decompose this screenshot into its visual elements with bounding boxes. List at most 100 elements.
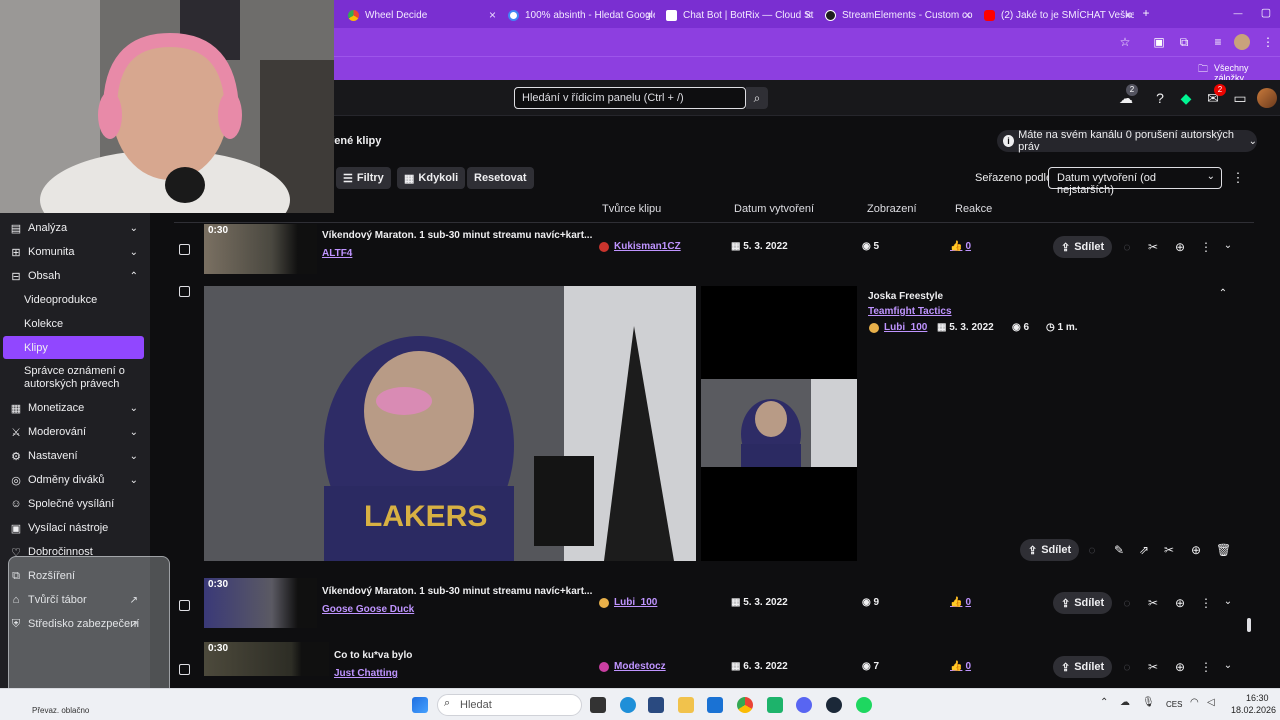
scissors-icon[interactable]: ✂ [1146, 240, 1160, 254]
sidebar-subitem-clips[interactable]: Klipy [3, 336, 144, 359]
browser-tab[interactable]: Wheel Decide × [340, 4, 498, 26]
browser-tab[interactable]: Chat Bot | BotRix — Cloud Stre × [658, 4, 814, 26]
maximize-icon[interactable]: ▢ [1258, 5, 1274, 21]
clip-category[interactable]: Just Chatting [334, 668, 398, 678]
scissors-icon[interactable]: ✂ [1146, 596, 1160, 610]
windows-start-icon[interactable] [412, 697, 428, 713]
row-checkbox[interactable] [179, 600, 190, 611]
sort-select[interactable]: Datum vytvoření (od nejstarších) ⌄ [1048, 167, 1222, 196]
clip-category[interactable]: Teamfight Tactics [868, 306, 952, 317]
add-icon[interactable]: ⊕ [1173, 596, 1187, 610]
sidebar-subitem-collections[interactable]: Kolekce [0, 314, 150, 334]
clip-thumbnail[interactable]: 0:30 [204, 578, 317, 628]
sidebar-item-community[interactable]: ⊞ Komunita ⌄ [0, 241, 150, 263]
sidebar-item-settings[interactable]: ⚙ Nastavení ⌄ [0, 445, 150, 467]
scissors-icon[interactable]: ✂ [1146, 660, 1160, 674]
clip-title[interactable]: Víkendový Maraton. 1 sub-30 minut stream… [322, 230, 592, 241]
clip-title[interactable]: Joska Freestyle [868, 291, 943, 302]
wifi-icon[interactable]: ◠ [1190, 697, 1199, 708]
outlook-icon[interactable] [707, 697, 723, 713]
minimize-icon[interactable]: — [1230, 5, 1246, 21]
more-options-icon[interactable]: ⋮ [1199, 660, 1213, 674]
add-icon[interactable]: ⊕ [1189, 543, 1203, 557]
copyright-notice[interactable]: i Máte na svém kanálu 0 porušení autorsk… [997, 129, 1257, 153]
close-icon[interactable]: × [805, 8, 812, 22]
clip-category[interactable]: Goose Goose Duck [322, 604, 414, 615]
menu-icon[interactable]: ⋮ [1260, 34, 1276, 50]
steam-icon[interactable] [826, 697, 842, 713]
trash-icon[interactable]: 🗑 [1216, 543, 1231, 557]
edit-icon[interactable]: ✎ [1112, 543, 1126, 557]
scrollbar[interactable] [1247, 618, 1251, 632]
chevron-up-icon[interactable]: ⌃ [1216, 288, 1230, 299]
chevron-up-icon[interactable]: ⌃ [1100, 697, 1108, 708]
clip-creator[interactable]: Lubi_100 [869, 322, 927, 333]
close-icon[interactable]: × [1125, 8, 1132, 22]
more-options-icon[interactable]: ⋮ [1199, 596, 1213, 610]
task-view-icon[interactable] [590, 697, 606, 713]
streaming-app-icon[interactable] [767, 697, 783, 713]
scissors-icon[interactable]: ✂ [1162, 543, 1176, 557]
chevron-down-icon[interactable]: ⌄ [1221, 240, 1235, 251]
clip-title[interactable]: Víkendový Maraton. 1 sub-30 minut stream… [322, 586, 592, 597]
clip-reactions[interactable]: 👍 0 [950, 597, 971, 608]
user-avatar[interactable] [1257, 88, 1277, 108]
sidebar-item-monetization[interactable]: ▦ Monetizace ⌄ [0, 397, 150, 419]
puzzle-icon[interactable]: ⧉ [1176, 34, 1192, 50]
clock-date[interactable]: 18.02.2026 [1231, 705, 1276, 715]
sidebar-subitem-copyright[interactable]: Správce oznámení o autorských právech [0, 364, 130, 392]
volume-icon[interactable]: ◁ [1207, 697, 1215, 708]
clip-reactions[interactable]: 👍 0 [950, 661, 971, 672]
close-icon[interactable]: × [489, 8, 496, 22]
sidebar-item-guest-star[interactable]: ☺ Společné vysílání [0, 493, 150, 515]
bookmark-star-icon[interactable]: ☆ [1117, 34, 1133, 50]
language-indicator[interactable]: CES [1166, 700, 1182, 709]
sidebar-subitem-video-producer[interactable]: Videoprodukce [0, 290, 150, 310]
chevron-down-icon[interactable]: ⌄ [1221, 660, 1235, 671]
gem-icon[interactable]: ◆ [1177, 89, 1195, 107]
network-icon[interactable]: ☁ [1120, 697, 1130, 708]
sidebar-item-analytics[interactable]: ▤ Analýza ⌄ [0, 217, 150, 239]
sidebar-item-content[interactable]: ⊟ Obsah ⌃ [0, 265, 150, 287]
clock-time[interactable]: 16:30 [1246, 693, 1269, 703]
clip-thumbnail[interactable]: 0:30 [204, 224, 317, 274]
search-icon[interactable]: ⌕ [746, 87, 768, 109]
clip-category[interactable]: ALTF4 [322, 248, 352, 259]
browser-tab[interactable]: StreamElements - Custom com × [817, 4, 973, 26]
add-icon[interactable]: ⊕ [1173, 660, 1187, 674]
clip-creator[interactable]: Modestocz [599, 661, 666, 672]
more-options-icon[interactable]: ⋮ [1199, 240, 1213, 254]
time-range-button[interactable]: ▦ Kdykoli [397, 167, 466, 189]
clip-thumbnail[interactable]: 0:30 [204, 642, 329, 676]
close-icon[interactable]: × [964, 8, 971, 22]
tab-search-icon[interactable]: ≡ [1210, 34, 1226, 50]
taskbar-search-input[interactable]: Hledat [437, 694, 582, 716]
dashboard-search-input[interactable]: Hledání v řídicím panelu (Ctrl + /) [514, 87, 746, 109]
share-button[interactable]: ⇪ Sdílet [1020, 539, 1080, 561]
clip-preview[interactable] [701, 379, 857, 467]
row-checkbox[interactable] [179, 664, 190, 675]
row-checkbox[interactable] [179, 244, 190, 255]
help-icon[interactable]: ? [1151, 89, 1169, 107]
clip-title[interactable]: Co to ku*va bylo [334, 650, 412, 661]
clip-creator[interactable]: Kukisman1CZ [599, 241, 681, 252]
clip-reactions[interactable]: 👍 0 [950, 241, 971, 252]
filters-button[interactable]: ☰ Filtry [336, 167, 391, 189]
column-header-views[interactable]: Zobrazení [867, 203, 917, 215]
extension-icon[interactable]: ▣ [1151, 34, 1167, 50]
share-button[interactable]: ⇪ Sdílet [1053, 236, 1113, 258]
reset-button[interactable]: Resetovat [467, 167, 534, 189]
spotify-icon[interactable] [856, 697, 872, 713]
new-tab-button[interactable]: + [1138, 5, 1154, 21]
row-checkbox[interactable] [179, 286, 190, 297]
file-explorer-icon[interactable] [678, 697, 694, 713]
column-header-reactions[interactable]: Reakce [955, 203, 992, 215]
microphone-icon[interactable]: 🎙 [1142, 697, 1155, 708]
discord-icon[interactable] [796, 697, 812, 713]
chrome-icon[interactable] [737, 697, 753, 713]
column-header-date[interactable]: Datum vytvoření [734, 203, 814, 215]
external-link-icon[interactable]: ⇗ [1137, 543, 1151, 557]
profile-avatar[interactable] [1234, 34, 1250, 50]
chevron-down-icon[interactable]: ⌄ [1221, 596, 1235, 607]
browser-tab[interactable]: 100% absinth - Hledat Googlem × [500, 4, 655, 26]
